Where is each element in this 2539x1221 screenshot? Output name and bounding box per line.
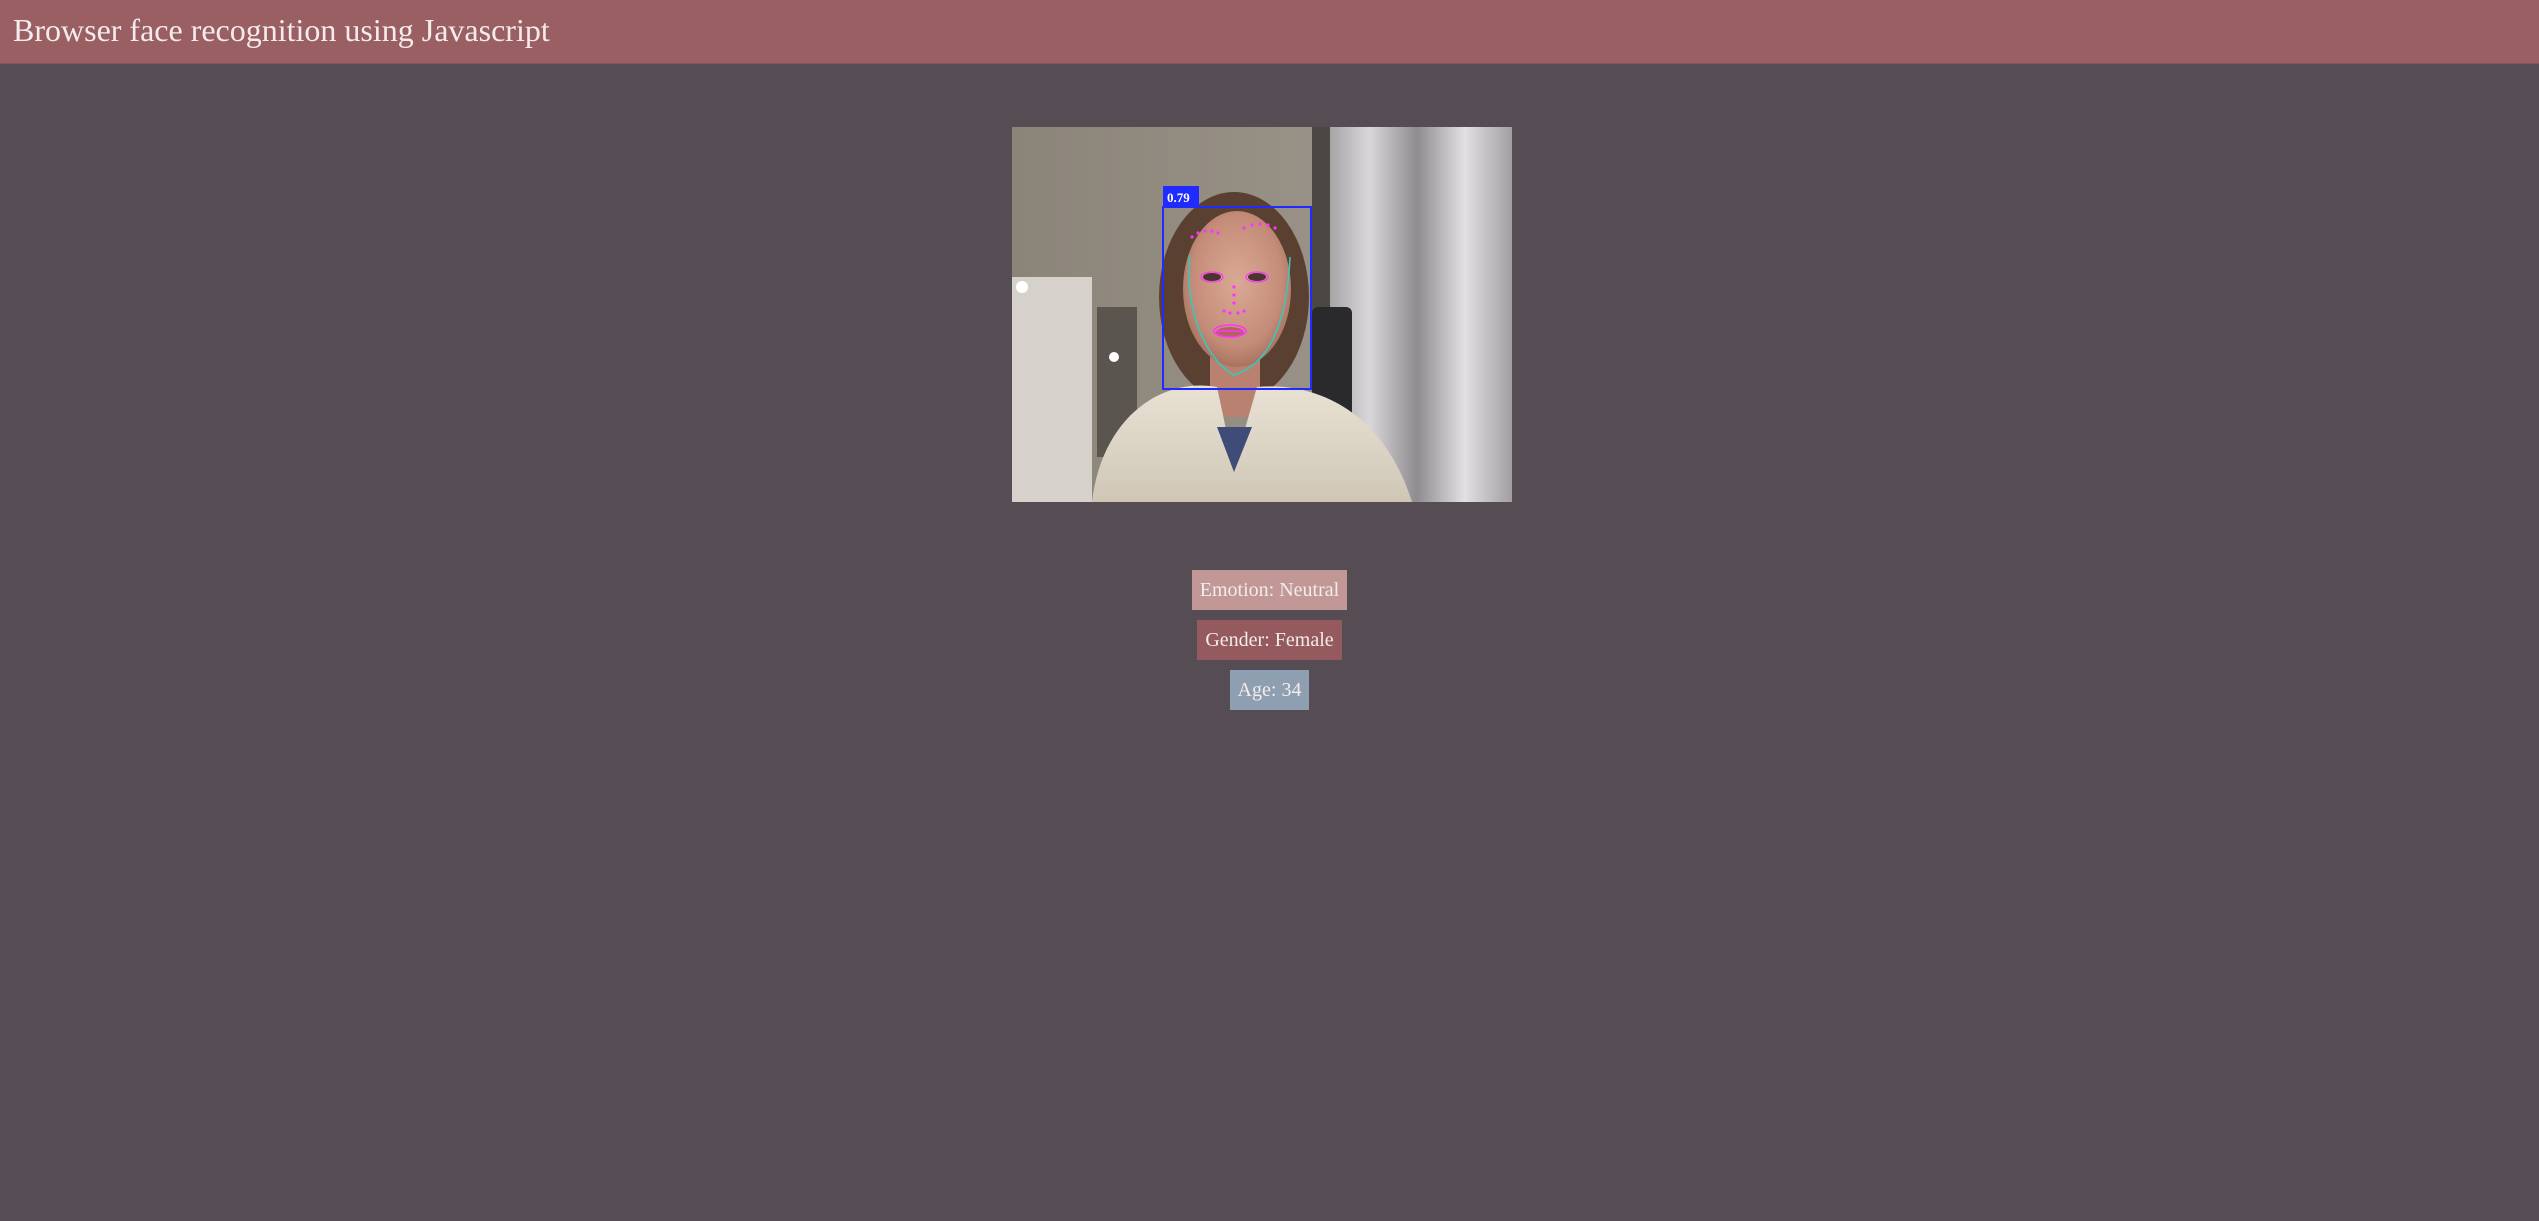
page-title: Browser face recognition using Javascrip… [13,12,550,48]
face-analysis-results: Emotion: Neutral Gender: Female Age: 34 [0,570,2539,720]
ceiling-light-2 [1109,352,1119,362]
emotion-badge: Emotion: Neutral [1191,570,1348,610]
webcam-frame: 0.79 [1012,127,1512,502]
emotion-value: Neutral [1279,579,1340,601]
app-header: Browser face recognition using Javascrip… [0,0,2539,64]
emotion-label: Emotion: [1199,579,1275,601]
detection-score: 0.79 [1167,190,1190,205]
left-eye [1203,273,1221,281]
age-label: Age: [1237,679,1277,701]
gender-badge: Gender: Female [1197,620,1342,660]
age-badge: Age: 34 [1229,670,1310,710]
ceiling-light [1016,281,1028,293]
gender-value: Female [1274,629,1334,651]
age-value: 34 [1281,679,1302,701]
face [1183,211,1291,367]
gender-label: Gender: [1205,629,1270,651]
kitchen-cabinets [1012,277,1092,502]
webcam-video: 0.79 [1012,127,1512,502]
right-eye [1248,273,1266,281]
